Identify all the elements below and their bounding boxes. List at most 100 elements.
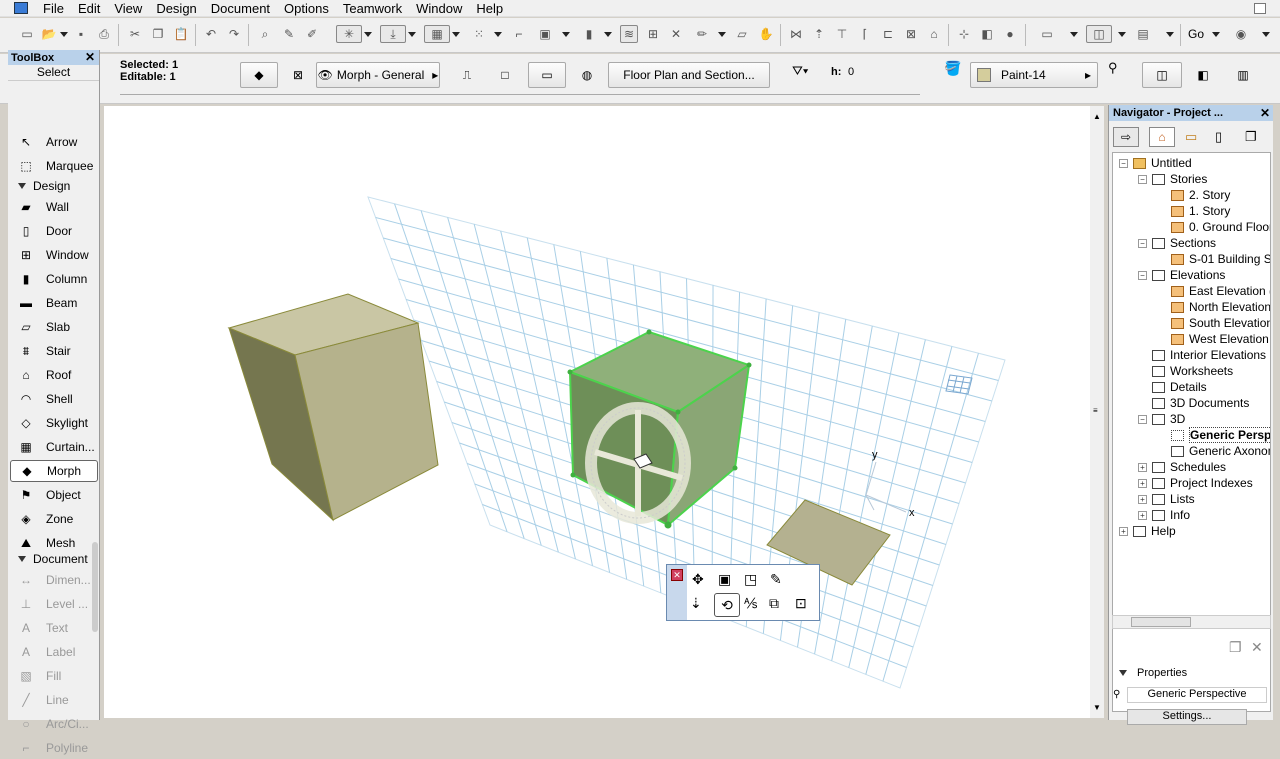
tool-polyline[interactable]: ⌐ Polyline	[10, 737, 98, 759]
layout-icon[interactable]: ▤	[1134, 25, 1152, 43]
tree-item[interactable]: Project Indexes	[1152, 475, 1253, 491]
tool-object[interactable]: ⚑ Object	[10, 484, 98, 506]
tree-item[interactable]: Help	[1133, 523, 1176, 539]
tree-item[interactable]: Details	[1152, 379, 1207, 395]
new-view-icon[interactable]: ❐	[1229, 639, 1242, 656]
paint-selector[interactable]: Paint-14 ▸	[970, 62, 1098, 88]
tool-settings-icon[interactable]: ⊠	[287, 62, 309, 88]
window-restore-icon[interactable]	[1254, 3, 1266, 14]
properties-section[interactable]: Properties	[1119, 667, 1187, 679]
tree-expander[interactable]: −	[1138, 175, 1147, 184]
drag-icon[interactable]: ✥	[692, 571, 704, 588]
tool-arc-ci[interactable]: ○ Arc/Ci...	[10, 713, 98, 735]
cut-icon[interactable]: ✂	[126, 25, 144, 43]
tree-item[interactable]: 3D	[1152, 411, 1185, 427]
menu-design[interactable]: Design	[149, 1, 203, 16]
plane-method-icon[interactable]: ▭	[528, 62, 566, 88]
new-icon[interactable]: ▭	[18, 25, 36, 43]
tool-roof[interactable]: ⌂ Roof	[10, 364, 98, 386]
tool-column[interactable]: ▮ Column	[10, 268, 98, 290]
menu-file[interactable]: File	[36, 1, 71, 16]
infobox-scrollbar[interactable]	[120, 94, 920, 100]
tool-wall[interactable]: ▰ Wall	[10, 196, 98, 218]
revolve-icon[interactable]: ◍	[576, 62, 598, 88]
tree-item[interactable]: Interior Elevations	[1152, 347, 1266, 363]
tree-expander[interactable]: −	[1138, 415, 1147, 424]
elevate-pet-icon[interactable]: ⇣	[690, 595, 702, 612]
find-select-icon[interactable]: ⌕	[256, 25, 274, 43]
marker-icon[interactable]: ▮	[580, 25, 598, 43]
menu-window[interactable]: Window	[409, 1, 469, 16]
toolbox-scrollbar[interactable]	[92, 542, 98, 632]
grid-icon[interactable]	[945, 374, 973, 395]
explode-icon[interactable]: ⊹	[955, 25, 973, 43]
design-section[interactable]: Design	[10, 179, 70, 193]
print-icon[interactable]: ⎙	[95, 25, 113, 43]
project-map-icon[interactable]: ⌂	[1149, 127, 1175, 147]
tree-item[interactable]: 1. Story	[1171, 203, 1230, 219]
tree-item[interactable]: Generic Persp	[1171, 427, 1270, 443]
tree-hscrollbar[interactable]	[1112, 615, 1271, 629]
tree-item[interactable]: 2. Story	[1171, 187, 1230, 203]
tree-item[interactable]: West Elevation (	[1171, 331, 1270, 347]
menu-teamwork[interactable]: Teamwork	[336, 1, 409, 16]
tool-slab[interactable]: ▱ Slab	[10, 316, 98, 338]
tree-expander[interactable]: −	[1119, 159, 1128, 168]
tree-item[interactable]: Elevations	[1152, 267, 1225, 283]
pencil-icon[interactable]: ✏	[693, 25, 711, 43]
magic-wand-icon[interactable]: ✳	[336, 25, 362, 43]
pet-palette-handle[interactable]: ✕	[667, 565, 687, 620]
resize-icon[interactable]: ⊡	[795, 595, 807, 612]
tool-door[interactable]: ▯ Door	[10, 220, 98, 242]
view-map-icon[interactable]: ▭	[1185, 129, 1197, 145]
align-icon[interactable]: ⌐	[510, 25, 528, 43]
tree-expander[interactable]: −	[1138, 239, 1147, 248]
sphere-icon[interactable]: ●	[1001, 25, 1019, 43]
tool-level[interactable]: ⊥ Level ...	[10, 593, 98, 615]
tool-zone[interactable]: ◈ Zone	[10, 508, 98, 530]
tool-window[interactable]: ⊞ Window	[10, 244, 98, 266]
geometry-method-icon[interactable]: ⎍	[456, 62, 478, 88]
layout-book-icon[interactable]: ▯	[1215, 129, 1222, 145]
tree-item[interactable]: Generic Axonom	[1171, 443, 1270, 459]
house-icon[interactable]: ⌂	[925, 25, 943, 43]
tool-morph[interactable]: ◆ Morph	[10, 460, 98, 482]
floor-plan-section-button[interactable]: Floor Plan and Section...	[608, 62, 770, 88]
tree-item[interactable]: Lists	[1152, 491, 1195, 507]
save-icon[interactable]: ▪	[72, 25, 90, 43]
menu-options[interactable]: Options	[277, 1, 336, 16]
elevate-icon[interactable]: ⇡	[810, 25, 828, 43]
go-label[interactable]: Go	[1188, 27, 1204, 41]
tree-expander[interactable]: +	[1138, 463, 1147, 472]
navigator-mode-icon[interactable]: ⇨	[1113, 127, 1139, 147]
tree-item[interactable]: Untitled	[1133, 155, 1192, 171]
tree-expander[interactable]: +	[1119, 527, 1128, 536]
morph-favorites-button[interactable]: 👁 Morph - General ▸	[316, 62, 440, 88]
tool-fill[interactable]: ▧ Fill	[10, 665, 98, 687]
hand-icon[interactable]: ✋	[757, 25, 775, 43]
cross-icon[interactable]: ✕	[667, 25, 685, 43]
3d-viewport[interactable]: y x ✕ ✥ ▣ ◳ ✎ ⇣ ⟲ ⅍ ⧉ ⊡	[104, 106, 1090, 718]
menu-view[interactable]: View	[107, 1, 149, 16]
globe-icon[interactable]: ◉	[1232, 25, 1250, 43]
morph-tool-icon[interactable]: ◆	[240, 62, 278, 88]
edit-pen-icon[interactable]: ✎	[770, 571, 782, 588]
publisher-icon[interactable]: ❐	[1245, 129, 1257, 145]
tree-expander[interactable]: +	[1138, 511, 1147, 520]
navigator-close-icon[interactable]: ✕	[1260, 106, 1270, 120]
menu-edit[interactable]: Edit	[71, 1, 107, 16]
document-section[interactable]: Document	[10, 552, 88, 566]
menu-document[interactable]: Document	[204, 1, 277, 16]
3d-view-icon[interactable]: ◫	[1086, 25, 1112, 43]
window-icon[interactable]: ▭	[1038, 25, 1056, 43]
toolbox-close-icon[interactable]: ✕	[85, 50, 95, 64]
tree-item[interactable]: 0. Ground Floor	[1171, 219, 1270, 235]
rotate-icon[interactable]: ⟲	[714, 593, 740, 617]
tool-arrow[interactable]: ↖ Arrow	[10, 131, 98, 153]
tree-expander[interactable]: +	[1138, 495, 1147, 504]
viewport-scrollbar[interactable]: ▲ ≡ ▼	[1090, 106, 1104, 718]
box-object[interactable]	[227, 293, 439, 522]
tool-text[interactable]: A Text	[10, 617, 98, 639]
split-icon[interactable]: ⊠	[902, 25, 920, 43]
gravity-icon[interactable]: ⤓	[380, 25, 406, 43]
